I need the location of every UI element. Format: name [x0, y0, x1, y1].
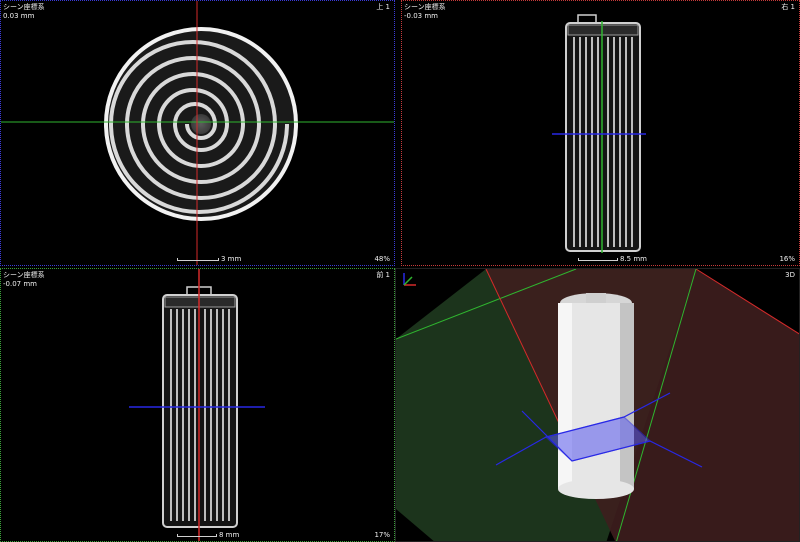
view-orientation[interactable]: 右 1 [781, 3, 795, 11]
viewport-title: シーン座標系 [404, 3, 446, 11]
zoom-level: 48% [374, 255, 390, 263]
three-d-canvas [396, 269, 799, 541]
spiral-core [191, 114, 211, 134]
front-view-canvas [129, 269, 265, 541]
slice-depth: 0.03 mm [3, 12, 35, 20]
cylinder-body [162, 294, 238, 528]
view-orientation[interactable]: 3D [785, 271, 795, 279]
scale-bar: 3 mm [177, 254, 241, 263]
cylinder-terminal [586, 293, 606, 303]
viewport-right[interactable]: シーン座標系 -0.03 mm 右 1 8.5 mm 16% [401, 0, 800, 266]
zoom-level: 17% [374, 531, 390, 539]
slice-depth: -0.07 mm [3, 280, 37, 288]
scale-bar: 8.5 mm [578, 254, 648, 263]
xyz-axes-icon [403, 273, 416, 286]
scale-label: 3 mm [221, 255, 242, 263]
top-view-canvas [1, 1, 394, 265]
top-cap [164, 296, 236, 308]
slice-depth: -0.03 mm [404, 12, 438, 20]
viewport-title: シーン座標系 [3, 3, 45, 11]
viewport-front[interactable]: シーン座標系 -0.07 mm 前 1 8 mm 17% [0, 268, 395, 542]
scale-bar: 8 mm [177, 530, 240, 539]
scale-label: 8.5 mm [620, 255, 647, 263]
top-cap [567, 24, 639, 36]
scale-label: 8 mm [219, 531, 240, 539]
viewport-top[interactable]: シーン座標系 0.03 mm 上 1 3 mm 48% [0, 0, 395, 266]
view-orientation[interactable]: 前 1 [376, 271, 390, 279]
zoom-level: 16% [779, 255, 795, 263]
viewport-title: シーン座標系 [3, 271, 45, 279]
cylinder-body [565, 22, 641, 252]
cap-terminal [577, 14, 597, 24]
view-orientation[interactable]: 上 1 [376, 3, 390, 11]
right-view-canvas [552, 14, 646, 253]
viewport-3d[interactable]: 3D [395, 268, 800, 542]
